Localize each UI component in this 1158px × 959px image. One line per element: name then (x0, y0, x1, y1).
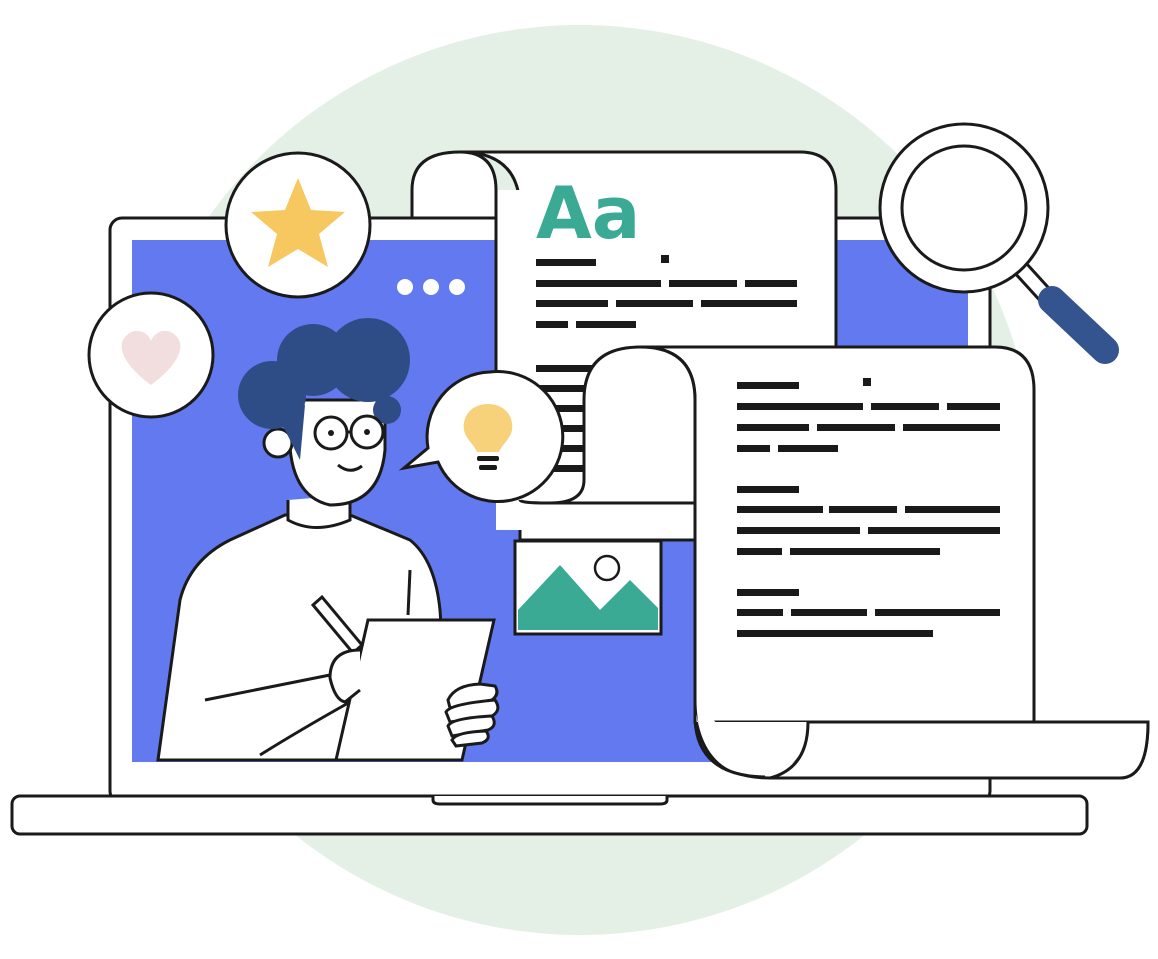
star-icon (224, 151, 372, 299)
window-dot (397, 279, 413, 295)
heart-icon (87, 291, 215, 419)
window-dot (423, 279, 439, 295)
content-writing-illustration: Aa (10, 25, 1150, 935)
window-dot (449, 279, 465, 295)
typography-heading: Aa (536, 171, 640, 255)
image-icon (513, 539, 663, 636)
laptop-base (10, 794, 1089, 836)
window-dots (397, 279, 465, 295)
